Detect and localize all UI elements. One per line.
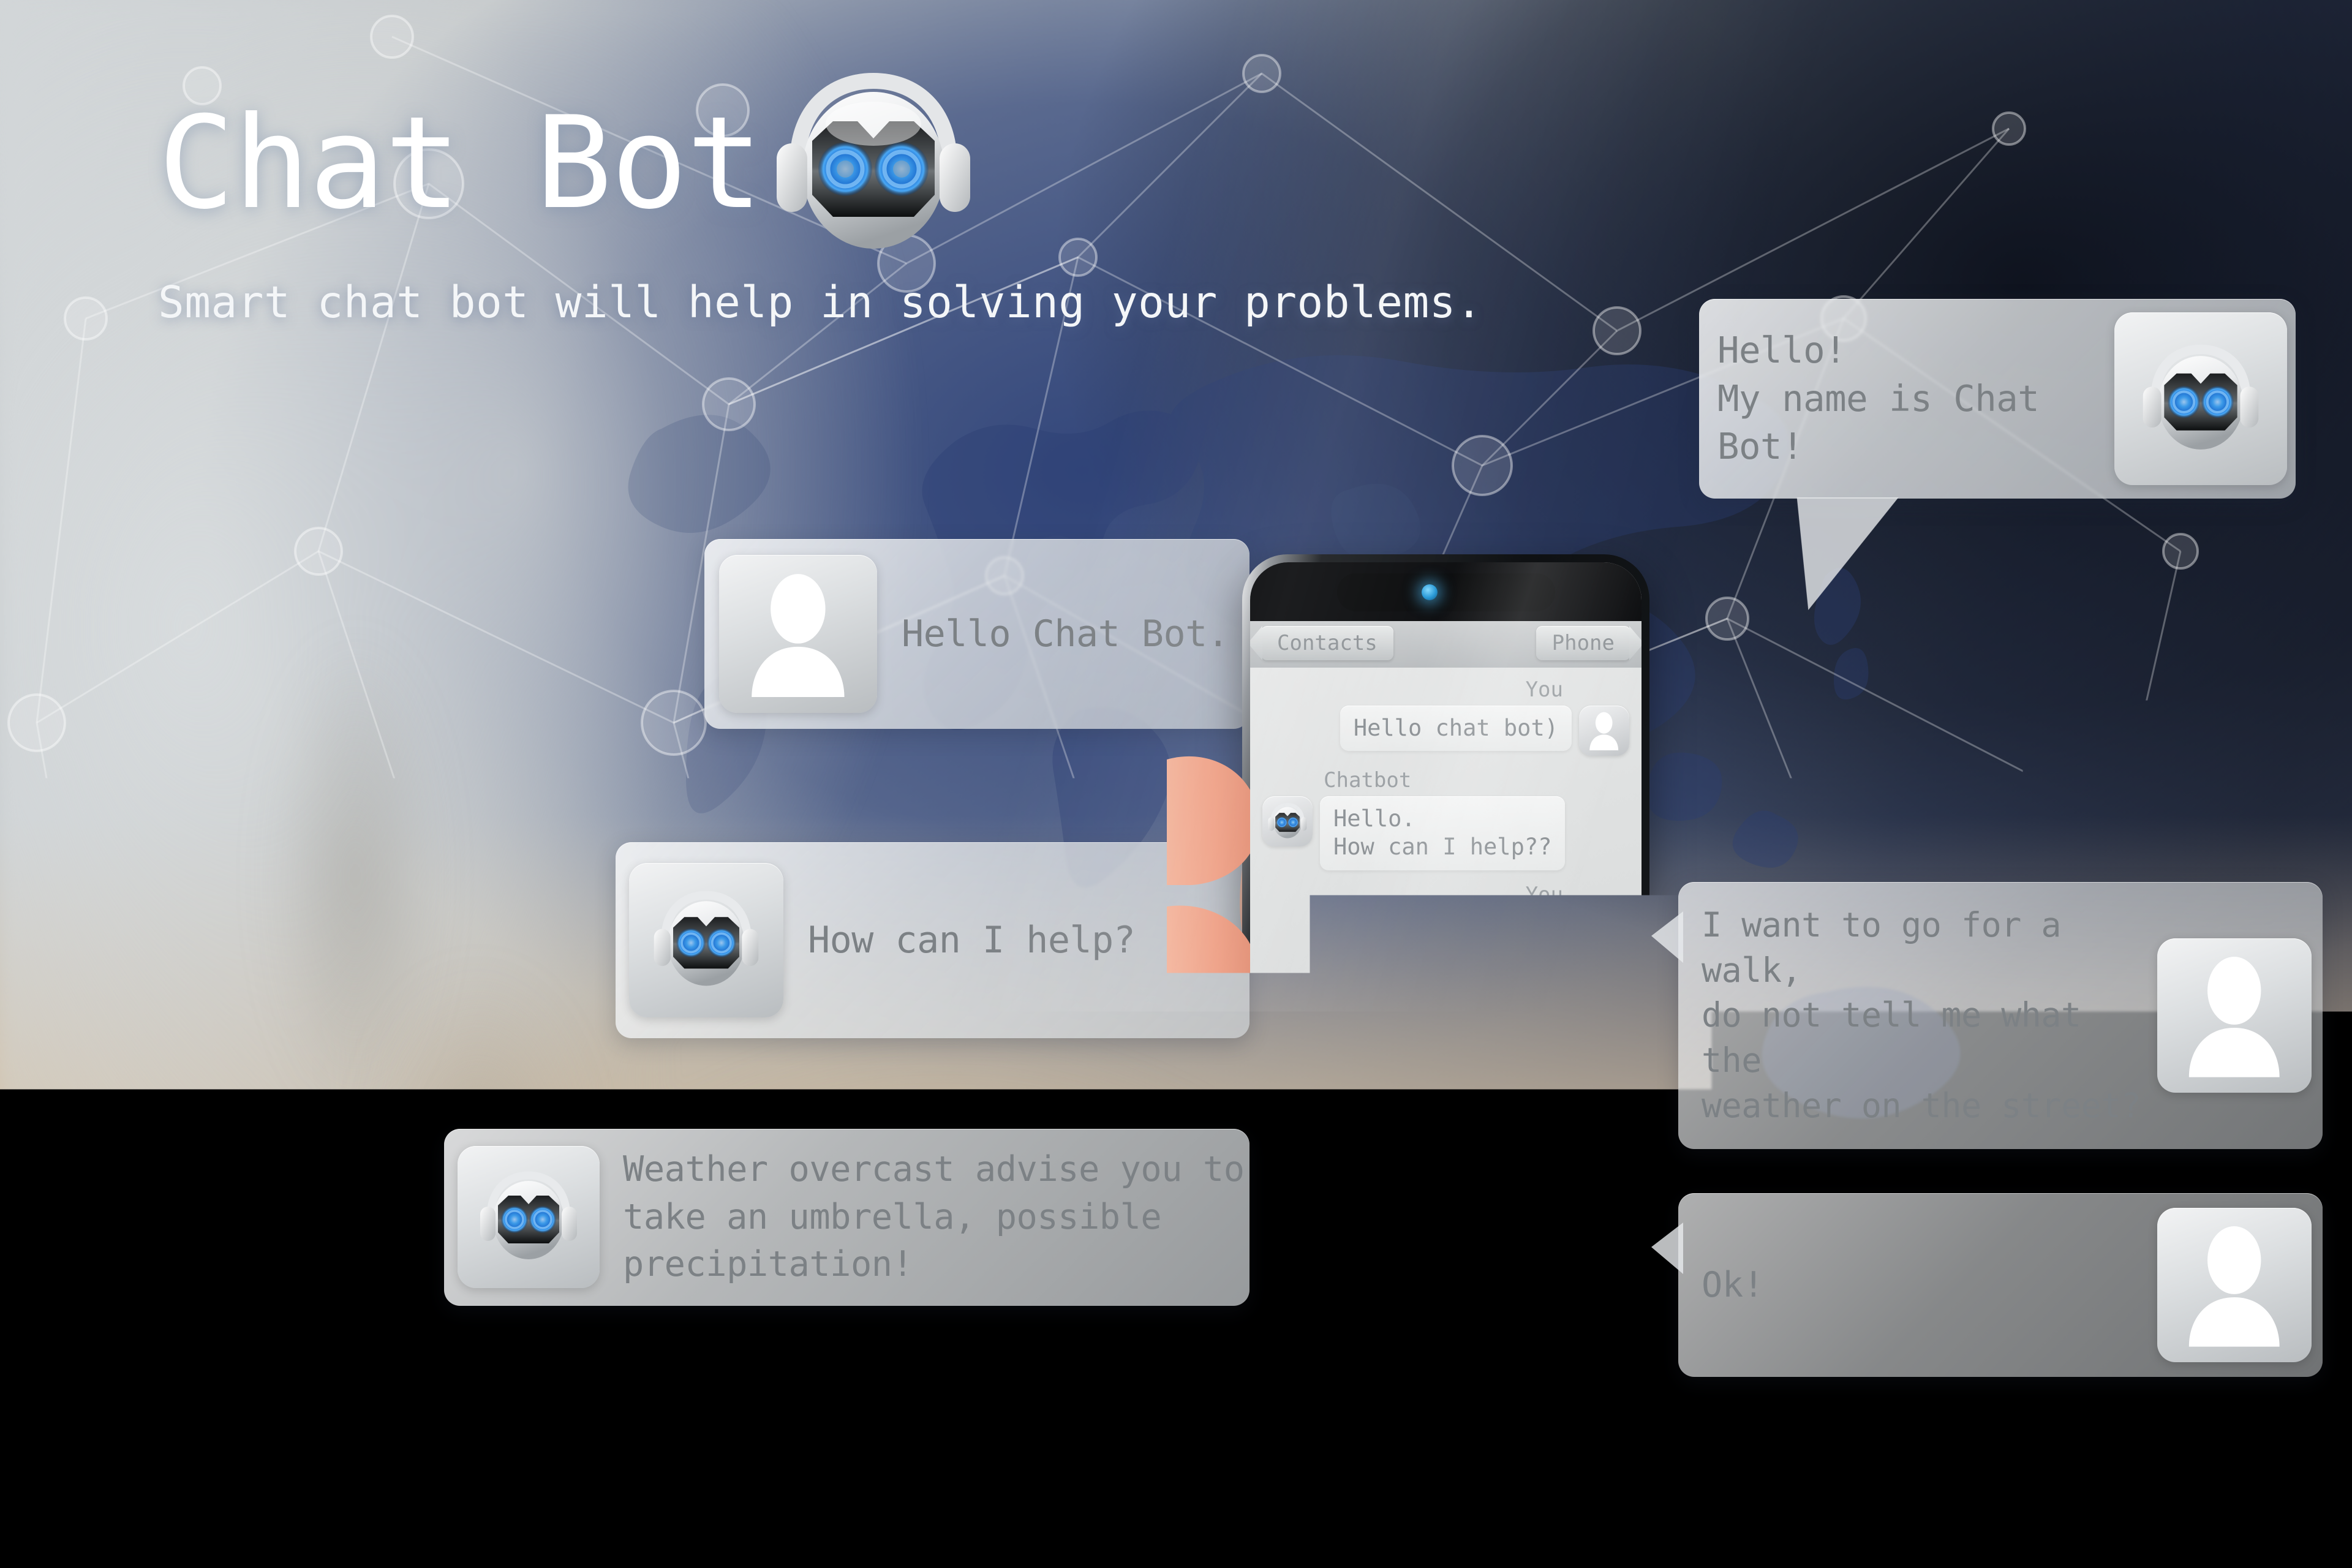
message-row: Hello. How can I help?? xyxy=(1262,796,1629,870)
contacts-button[interactable]: Contacts xyxy=(1261,626,1393,660)
robot-head-icon xyxy=(629,863,783,1017)
message-input-field[interactable] xyxy=(1356,911,1572,970)
message-bubble[interactable]: Hello. How can I help?? xyxy=(1320,796,1565,870)
speech-bubble-user-walk: I want to go for a walk, do not tell me … xyxy=(1678,882,2323,1149)
message-sender-label: You xyxy=(1262,677,1629,702)
message-row xyxy=(1262,911,1629,970)
person-silhouette-icon xyxy=(719,555,877,713)
speech-bubble-user-ok: Ok! xyxy=(1678,1193,2323,1377)
poster-canvas: Chat Bot Smart chat bot will help in sol… xyxy=(0,0,2352,1568)
phone-top-nav: Contacts Phone xyxy=(1250,621,1642,668)
thread-item: You Hello chat bot) xyxy=(1262,677,1629,756)
phone-screen-frame: 27:18 xyxy=(1250,562,1642,1471)
thread-item: You xyxy=(1262,883,1629,970)
message-row: Hello chat bot) xyxy=(1262,706,1629,756)
phone-notch xyxy=(1337,573,1555,611)
page-subtitle: Smart chat bot will help in solving your… xyxy=(158,277,1383,328)
bubble-text: Hello Chat Bot. xyxy=(902,612,1229,655)
smartphone-device: 27:18 xyxy=(1242,554,1649,1479)
message-thread: You Hello chat bot) Chatbot Hello. How c… xyxy=(1250,668,1642,970)
phone-screen: 27:18 xyxy=(1250,562,1642,1408)
message-bubble[interactable]: Hello chat bot) xyxy=(1340,706,1572,751)
robot-head-icon xyxy=(2114,312,2287,485)
android-navigation-bar xyxy=(1250,1408,1642,1471)
speech-bubble-user-hello: Hello Chat Bot. xyxy=(704,539,1250,729)
thread-item: Chatbot Hello. How can I help?? xyxy=(1262,768,1629,870)
brand-header: Chat Bot Smart chat bot will help in sol… xyxy=(158,72,1383,328)
person-silhouette-icon xyxy=(1579,911,1629,961)
bubble-tail xyxy=(1651,911,1683,963)
person-silhouette-icon xyxy=(2157,1208,2312,1362)
message-sender-label: Chatbot xyxy=(1262,768,1629,793)
chatbot-robot-head-icon xyxy=(766,72,981,256)
bubble-text: I want to go for a walk, do not tell me … xyxy=(1702,903,2141,1128)
speech-bubble-bot-intro: Hello! My name is Chat Bot! xyxy=(1699,299,2296,499)
front-camera-dot-icon xyxy=(1422,584,1438,600)
message-button[interactable]: Message xyxy=(1261,1361,1381,1395)
page-title: Chat Bot xyxy=(158,105,762,222)
phone-button[interactable]: Phone xyxy=(1536,626,1630,660)
phone-bottom-nav: Message Menu xyxy=(1250,1349,1642,1408)
bubble-text: Hello! My name is Chat Bot! xyxy=(1717,326,2114,470)
bubble-text: Ok! xyxy=(1702,1265,1763,1305)
home-circle-icon[interactable] xyxy=(1431,1420,1465,1459)
menu-lines-icon[interactable] xyxy=(1560,1421,1594,1458)
person-silhouette-icon xyxy=(2157,938,2312,1093)
robot-head-icon xyxy=(458,1146,600,1288)
person-silhouette-icon xyxy=(1579,706,1629,756)
bubble-text: How can I help? xyxy=(808,919,1135,962)
menu-button[interactable]: Menu xyxy=(1548,1361,1630,1395)
bubble-tail xyxy=(1651,1223,1683,1274)
back-arrow-icon[interactable] xyxy=(1297,1420,1336,1459)
robot-head-icon xyxy=(1262,796,1313,846)
bubble-tail xyxy=(1785,497,1898,610)
message-sender-label: You xyxy=(1262,883,1629,907)
